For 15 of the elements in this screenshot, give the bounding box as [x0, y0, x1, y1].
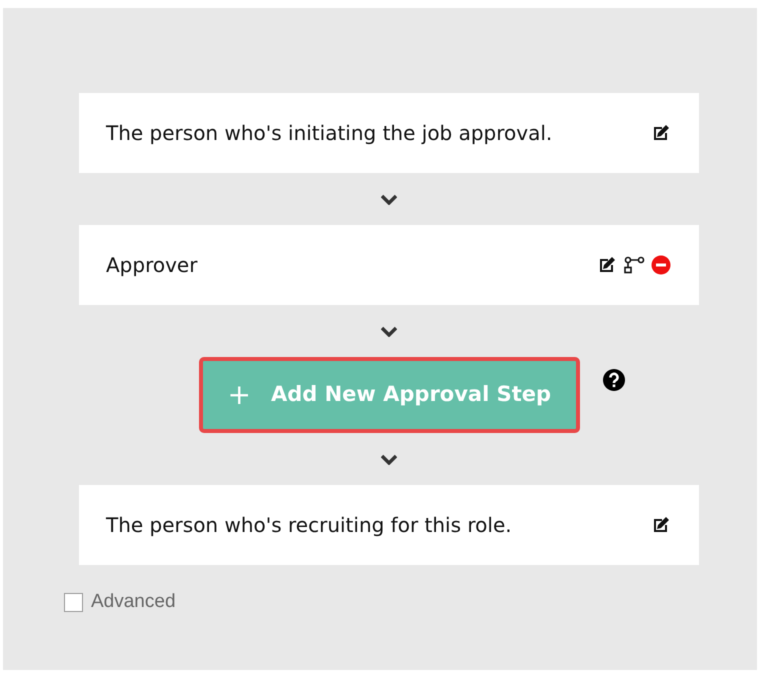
- help-icon[interactable]: [603, 369, 625, 391]
- step-text: The person who's initiating the job approval.: [106, 120, 552, 147]
- step-text: Approver: [106, 252, 198, 279]
- remove-icon[interactable]: [651, 255, 671, 275]
- edit-icon[interactable]: [597, 255, 617, 275]
- chevron-down-icon: [381, 454, 397, 464]
- edit-icon[interactable]: [651, 123, 671, 143]
- add-step-button[interactable]: + Add New Approval Step: [198, 357, 580, 433]
- branch-icon[interactable]: [623, 255, 645, 275]
- edit-icon[interactable]: [651, 515, 671, 535]
- checkbox-label: Advanced: [91, 590, 176, 614]
- chevron-down-icon: [381, 326, 397, 336]
- step-text: The person who's recruiting for this role.: [106, 512, 512, 539]
- advanced-checkbox[interactable]: [64, 592, 83, 612]
- chevron-down-icon: [381, 194, 397, 204]
